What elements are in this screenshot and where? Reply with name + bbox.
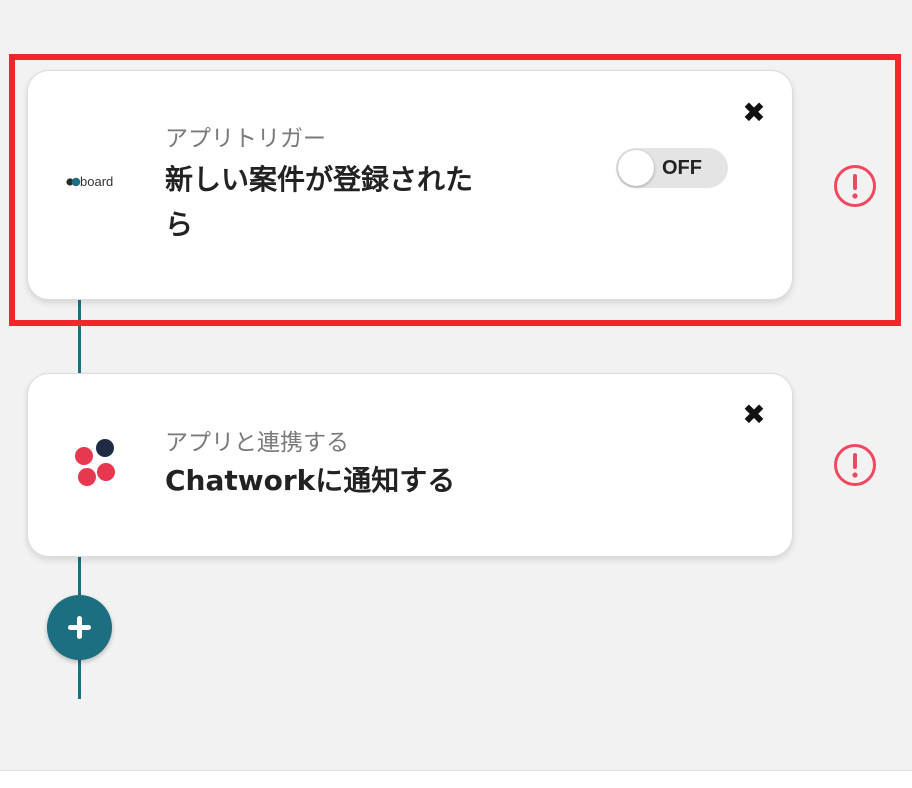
add-step-button[interactable]	[47, 595, 112, 660]
step-title: 新しい案件が登録されたら	[165, 163, 474, 241]
toggle-state-label: OFF	[662, 157, 702, 179]
footer-area	[0, 770, 912, 788]
step-title: Chatworkに通知する	[165, 464, 456, 497]
trigger-toggle-switch[interactable]: OFF	[616, 148, 728, 188]
toggle-knob	[618, 150, 654, 186]
warning-icon[interactable]	[833, 443, 877, 487]
step-subtitle: アプリと連携する	[165, 430, 349, 456]
warning-icon[interactable]	[833, 164, 877, 208]
step-subtitle: アプリトリガー	[165, 126, 326, 152]
close-icon[interactable]: ✖	[740, 99, 768, 127]
action-step-card[interactable]: アプリと連携する Chatworkに通知する ✖	[27, 373, 793, 557]
flow-connector-line	[78, 300, 81, 373]
plus-icon	[68, 616, 91, 639]
trigger-step-card[interactable]: board アプリトリガー 新しい案件が登録されたら OFF ✖	[27, 70, 793, 300]
close-icon[interactable]: ✖	[740, 401, 768, 429]
chatwork-logo	[75, 439, 115, 486]
board-logo: board	[65, 171, 129, 191]
board-logo-text: board	[80, 174, 113, 189]
